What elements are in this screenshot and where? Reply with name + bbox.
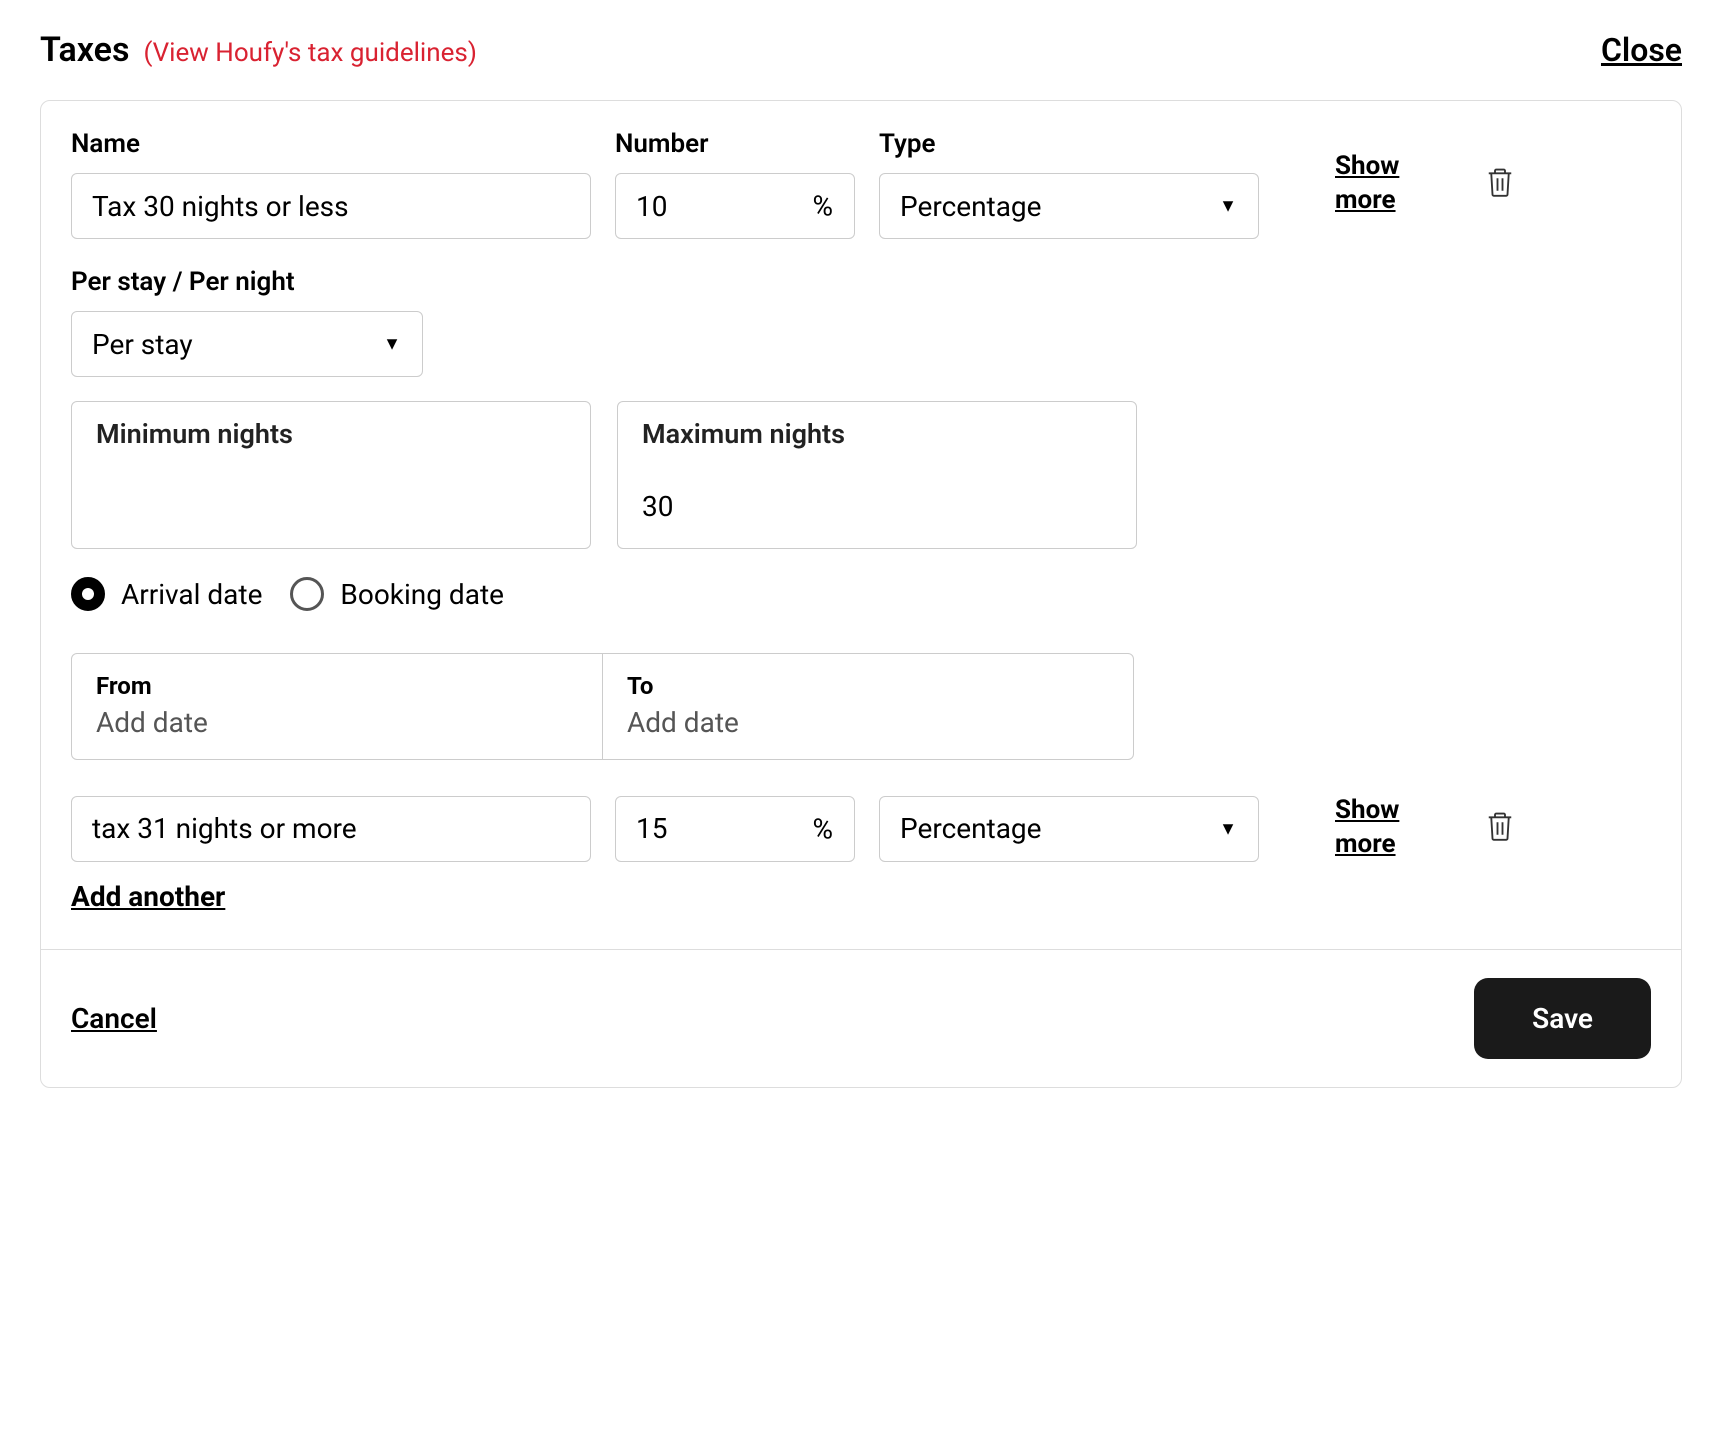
from-date-box[interactable]: From Add date bbox=[72, 654, 603, 759]
show-more-link[interactable]: Show more bbox=[1335, 794, 1425, 862]
guidelines-link[interactable]: (View Houfy's tax guidelines) bbox=[143, 38, 476, 68]
tax-name-input[interactable] bbox=[71, 796, 591, 862]
type-label: Type bbox=[879, 129, 1259, 159]
add-another-link[interactable]: Add another bbox=[71, 880, 225, 913]
name-label: Name bbox=[71, 129, 591, 159]
radio-checked-icon bbox=[71, 577, 105, 611]
close-button[interactable]: Close bbox=[1601, 31, 1682, 69]
max-nights-label: Maximum nights bbox=[642, 418, 1112, 450]
trash-icon[interactable] bbox=[1485, 165, 1515, 203]
min-nights-value bbox=[96, 490, 566, 524]
page-title: Taxes bbox=[40, 30, 129, 70]
show-more-link[interactable]: Show more bbox=[1335, 150, 1425, 218]
to-date-box[interactable]: To Add date bbox=[603, 654, 1133, 759]
tax-type-select[interactable] bbox=[879, 796, 1259, 862]
arrival-date-radio[interactable]: Arrival date bbox=[71, 577, 262, 611]
to-label: To bbox=[627, 672, 1109, 700]
radio-unchecked-icon bbox=[290, 577, 324, 611]
per-select[interactable] bbox=[71, 311, 423, 377]
booking-date-radio[interactable]: Booking date bbox=[290, 577, 504, 611]
min-nights-label: Minimum nights bbox=[96, 418, 566, 450]
taxes-panel: Name Number % Type ▼ Show more bbox=[40, 100, 1682, 1088]
trash-icon[interactable] bbox=[1485, 809, 1515, 847]
tax-type-select[interactable] bbox=[879, 173, 1259, 239]
tax-name-input[interactable] bbox=[71, 173, 591, 239]
arrival-radio-label: Arrival date bbox=[121, 578, 262, 611]
tax-number-input[interactable] bbox=[615, 796, 855, 862]
booking-radio-label: Booking date bbox=[340, 578, 504, 611]
per-label: Per stay / Per night bbox=[71, 267, 1651, 297]
to-placeholder: Add date bbox=[627, 706, 1109, 739]
from-placeholder: Add date bbox=[96, 706, 578, 739]
from-label: From bbox=[96, 672, 578, 700]
save-button[interactable]: Save bbox=[1474, 978, 1651, 1059]
cancel-button[interactable]: Cancel bbox=[71, 1002, 157, 1035]
number-label: Number bbox=[615, 129, 855, 159]
max-nights-box[interactable]: Maximum nights 30 bbox=[617, 401, 1137, 549]
min-nights-box[interactable]: Minimum nights bbox=[71, 401, 591, 549]
tax-number-input[interactable] bbox=[615, 173, 855, 239]
max-nights-value: 30 bbox=[642, 490, 1112, 524]
